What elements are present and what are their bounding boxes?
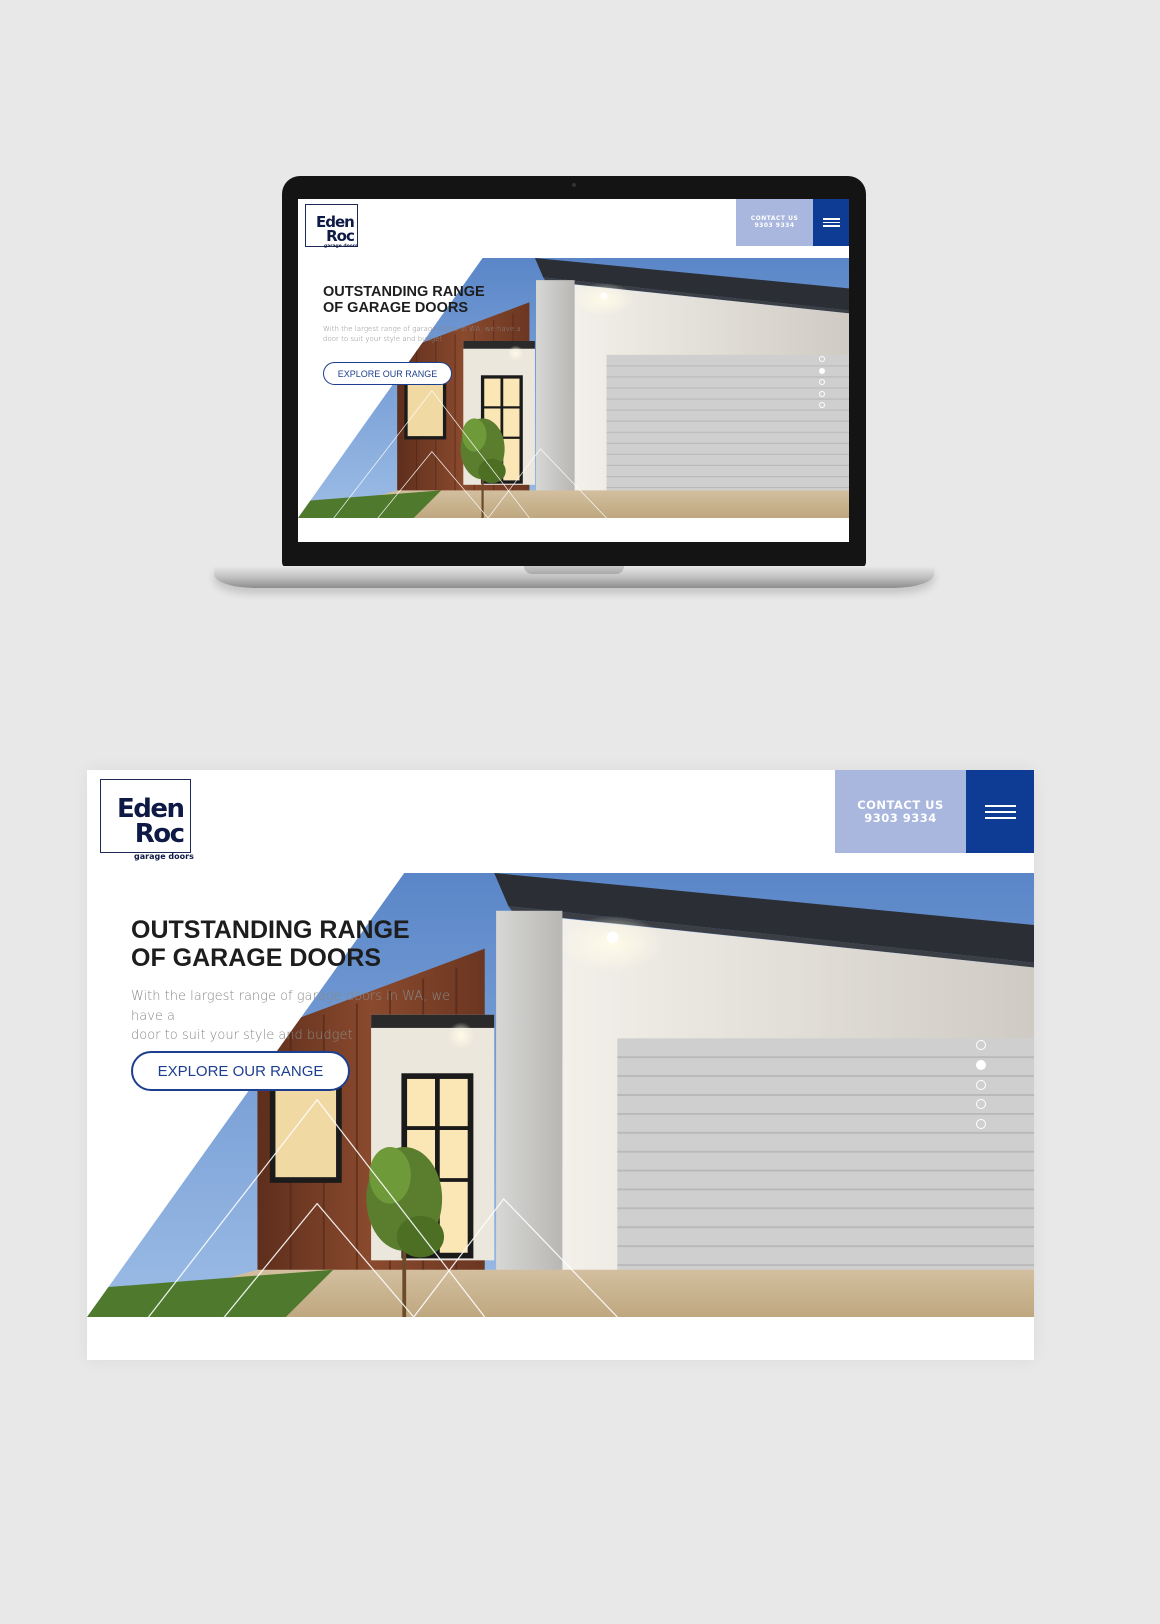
slider-dot[interactable] xyxy=(976,1059,986,1070)
contact-button[interactable]: CONTACT US 9303 9334 xyxy=(736,199,813,246)
site-preview-large: Eden Roc garage doors CONTACT US 9303 93… xyxy=(87,770,1034,1360)
hero-headline: OUTSTANDING RANGE OF GARAGE DOORS xyxy=(323,284,485,317)
slider-dot[interactable] xyxy=(976,1099,986,1110)
hero-subtitle: With the largest range of garage doors i… xyxy=(131,989,451,1043)
menu-icon xyxy=(822,218,840,220)
slider-dot[interactable] xyxy=(819,356,825,362)
explore-range-button[interactable]: EXPLORE OUR RANGE xyxy=(323,362,452,385)
laptop-notch xyxy=(524,566,624,574)
site-preview-small: Eden Roc garage doors CONTACT US 9303 93… xyxy=(298,199,849,542)
contact-button[interactable]: CONTACT US 9303 9334 xyxy=(835,770,966,853)
slider-dots xyxy=(976,1040,986,1139)
slider-dots xyxy=(819,356,825,414)
slider-dot[interactable] xyxy=(819,390,825,397)
slider-dot[interactable] xyxy=(976,1079,986,1090)
hamburger-menu-button[interactable] xyxy=(966,770,1034,853)
menu-icon xyxy=(984,804,1016,807)
hamburger-menu-button[interactable] xyxy=(813,199,849,246)
slider-dot[interactable] xyxy=(819,367,825,374)
slider-dot[interactable] xyxy=(819,402,825,408)
slider-dot[interactable] xyxy=(819,379,825,385)
contact-label: CONTACT US xyxy=(857,798,944,813)
hero-subtitle: With the largest range of garage doors i… xyxy=(323,325,521,344)
logo-wordmark: Eden Roc xyxy=(117,794,185,849)
explore-range-button[interactable]: EXPLORE OUR RANGE xyxy=(131,1051,350,1091)
slider-dot[interactable] xyxy=(976,1119,986,1130)
logo-wordmark: Eden Roc xyxy=(316,213,355,246)
slider-dot[interactable] xyxy=(976,1040,986,1050)
logo-tagline: garage doors xyxy=(134,852,194,861)
laptop-camera xyxy=(572,183,576,187)
contact-phone: 9303 9334 xyxy=(754,221,795,229)
logo-tagline: garage doors xyxy=(324,244,358,249)
contact-phone: 9303 9334 xyxy=(864,810,937,825)
hero-headline: OUTSTANDING RANGE OF GARAGE DOORS xyxy=(131,916,410,972)
